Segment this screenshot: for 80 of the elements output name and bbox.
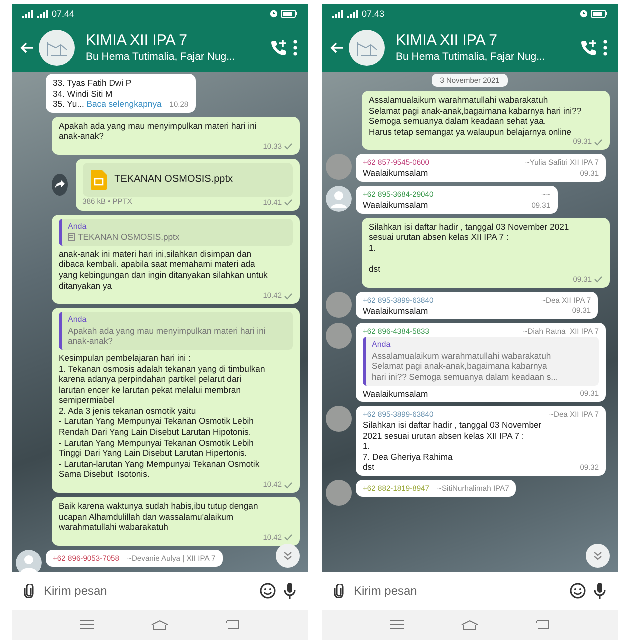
alarm-icon [270,10,278,18]
message-text: Baik karena waktunya sudah habis,ibu tutup dengan ucapan Alhamdulillah dan wassalamu'alaikum warahmatullahi wabarakatuh [59,501,258,533]
microphone-icon[interactable] [594,582,606,600]
emoji-icon[interactable] [570,583,586,599]
add-call-icon[interactable] [580,39,598,57]
more-options-icon[interactable] [293,40,298,56]
file-name: TEKANAN OSMOSIS.pptx [114,174,234,186]
group-members: Bu Hema Tutimalia, Fajar Nug... [86,50,236,64]
double-chevron-down-icon [593,551,603,561]
avatar-photo[interactable] [326,323,352,350]
microphone-icon[interactable] [284,582,296,600]
back-arrow-icon[interactable] [330,42,344,54]
quoted-message[interactable]: Anda Apakah ada yang mau menyimpulkan materi hari ini anak-anak? [59,312,293,350]
menu-icon[interactable] [80,620,94,630]
check-icon [594,138,603,146]
check-icon [284,292,293,300]
quoted-message[interactable]: Anda Assalamualaikum warahmatullahi wabarakatuh Selamat pagi anak-anak,bagaimana kabarnya hari ini?? Semoga semuanya dalam keadaan s... [363,337,599,386]
message-text: Assalamualaikum warahmatullahi wabarakatuh Selamat pagi anak-anak,bagaimana kabarnya hari ini?? Semoga semuanya dalam keadaan sehat yaa. Harus tetap semangat ya walaupun belajarnya online [369,95,582,138]
group-avatar-picture[interactable] [39,30,75,66]
message-text: Waalaikumsalam [363,388,428,400]
battery-icon [591,10,608,18]
file-attachment[interactable]: TEKANAN OSMOSIS.pptx [82,162,293,197]
message-text: Waalaikumsalam [363,168,428,179]
avatar-photo[interactable] [326,480,352,506]
quote-author: Anda [68,315,88,326]
message-input[interactable]: Kirim pesan [42,583,252,599]
menu-icon[interactable] [390,620,404,630]
back-icon[interactable] [536,620,550,630]
check-icon [594,276,603,284]
signal-icon [347,10,359,18]
double-chevron-down-icon [283,551,293,561]
message-text: Kesimpulan pembelajaran hari ini : 1. Tekanan osmosis adalah tekanan yang di timbulkan karena adanya perpindahan partikel pelarut dari larutan encer ke larutan pekat melalui membran semipermiabel 2. Ada 3 jenis tekanan osmotik yaitu - Larutan Yang Mempunyai Tekanan Osmotik Lebih Rendah Dari Yang Lain Disebut Larutan Hipotonis. - Larutan Yang Mempunyai Tekanan Osmotik Lebih Tinggi Dari Yang Lain Disebut Larutan Hipertonis. - Larutan-larutan Yang Mempunyai Tekanan Osmotik Sama Disebut Isotonis. [59,352,266,480]
forward-button[interactable] [52,174,68,196]
attach-icon[interactable] [24,584,34,598]
signal-icon [22,10,34,18]
group-title[interactable]: KIMIA XII IPA 7 [396,32,575,50]
document-icon [68,233,75,242]
group-members: Bu Hema Tutimalia, Fajar Nug... [396,50,546,64]
check-icon [284,482,293,489]
quote-author: Anda [68,222,88,232]
group-avatar-picture[interactable] [349,30,385,66]
message-input[interactable]: Kirim pesan [352,583,562,599]
check-icon [284,143,293,150]
home-icon[interactable] [460,620,479,630]
home-icon[interactable] [150,620,169,630]
quote-text: Apakah ada yang mau menyimpulkan materi hari ini anak-anak? [68,326,266,347]
message-text: Silahkan isi daftar hadir , tanggal 03 November 2021 sesuai urutan absen kelas XII IPA 7 : 1. 7. Dea Gheriya Rahima dst [363,420,542,474]
quoted-message[interactable]: Anda TEKANAN OSMOSIS.pptx [59,218,293,246]
quote-author: Anda [372,340,392,351]
back-arrow-icon[interactable] [20,42,34,54]
signal-icon [332,10,344,18]
alarm-icon [580,10,588,18]
message-text: anak-anak ini materi hari ini,silahkan disimpan dan dibaca kembali. apabila saat memahami materi ada yang kebingungan dan ingin ditanyakan silahkan untuk ditanyakan ya [59,248,268,292]
slides-file-icon [90,170,107,190]
attach-icon[interactable] [334,584,344,598]
signal-icon [37,10,49,18]
scroll-down-button[interactable] [586,544,610,568]
default-avatar-icon[interactable] [16,550,42,572]
status-time: 07.43 [362,9,385,19]
quote-text: TEKANAN OSMOSIS.pptx [78,232,180,243]
avatar-photo[interactable] [326,406,352,432]
emoji-icon[interactable] [260,583,276,599]
check-icon [284,534,293,542]
read-more-link[interactable]: Baca selengkapnya [86,99,162,110]
add-call-icon[interactable] [270,39,288,57]
quote-text: Assalamualaikum warahmatullahi wabarakatuh Selamat pagi anak-anak,bagaimana kabarnya hari ini?? Semoga semuanya dalam keadaan s... [372,350,558,382]
forward-arrow-icon [54,180,65,190]
more-options-icon[interactable] [603,40,608,56]
default-avatar-icon[interactable] [326,186,352,212]
scroll-down-button[interactable] [276,544,300,568]
check-icon [284,199,293,206]
group-title[interactable]: KIMIA XII IPA 7 [86,32,265,50]
message-text: 33. Tyas Fatih Dwi P 34. Windi Siti M 35. Yu... Baca selengkapnya [53,78,162,110]
message-text: Waalaikumsalam [363,306,428,316]
status-time: 07.44 [52,9,75,19]
message-text: Waalaikumsalam [363,200,428,211]
back-icon[interactable] [226,620,240,630]
message-text: Apakah ada yang mau menyimpulkan materi hari ini anak-anak? [59,120,257,142]
message-text: Silahkan isi daftar hadir , tanggal 03 November 2021 sesuai urutan absen kelas XII IPA 7 : 1. dst [369,222,570,275]
battery-icon [281,10,298,18]
